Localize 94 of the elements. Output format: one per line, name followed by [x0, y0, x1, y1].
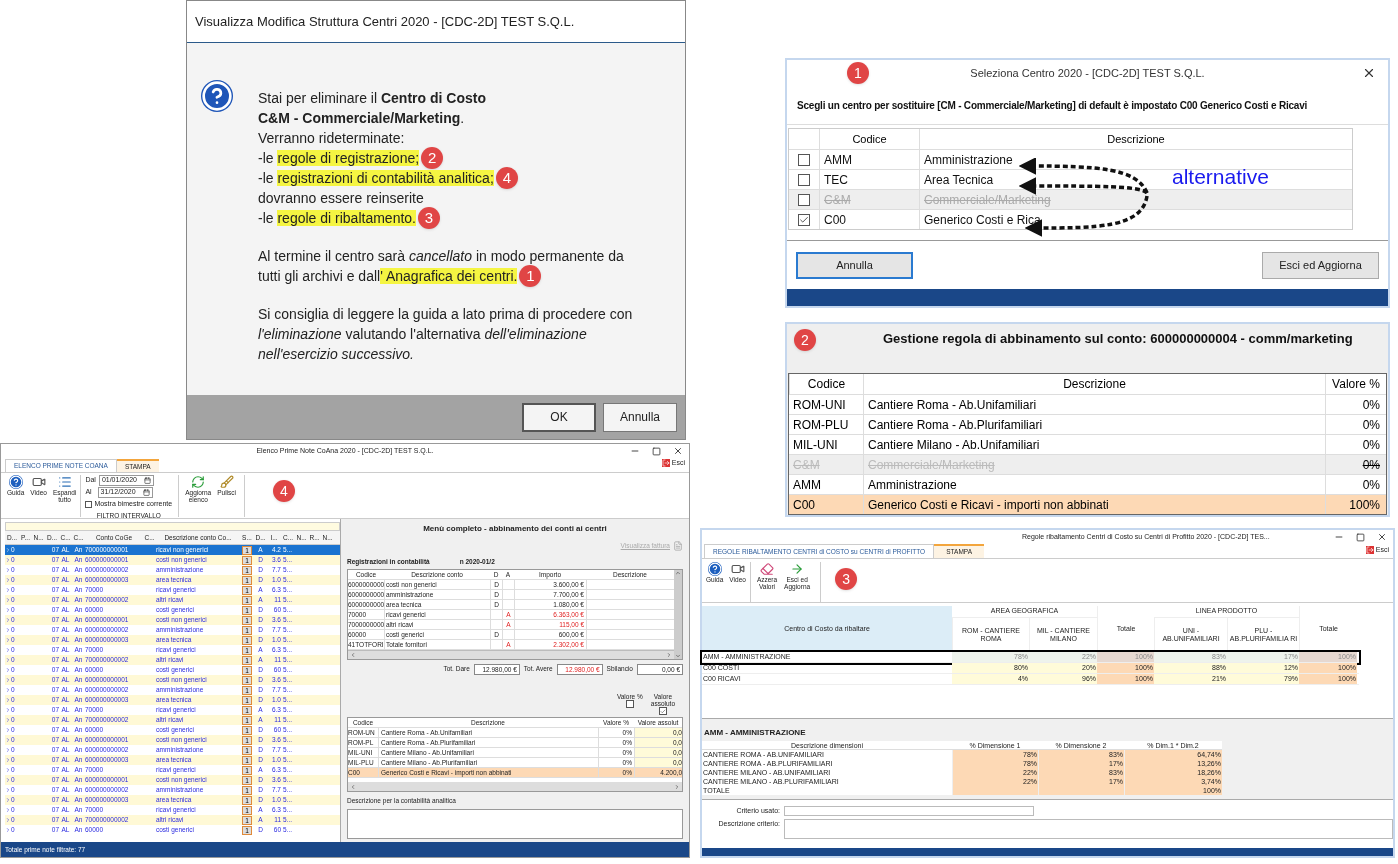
- maximize-icon[interactable]: [1356, 532, 1365, 542]
- scroll-right-icon[interactable]: [674, 783, 680, 790]
- calendar-icon[interactable]: [143, 477, 151, 484]
- help-icon: [707, 562, 722, 576]
- table-cell: [490, 609, 502, 620]
- scroll-up-icon[interactable]: [675, 569, 681, 576]
- table-cell: ROM-UNI: [789, 394, 863, 414]
- table-cell: Cantiere Roma - Ab.Unifamiliari: [863, 394, 1325, 414]
- column-header: Valore %: [1325, 374, 1386, 394]
- scroll-down-icon[interactable]: [675, 652, 681, 659]
- video-camera-icon: [31, 475, 46, 489]
- table-cell: [490, 619, 502, 630]
- checkbox[interactable]: [625, 699, 634, 708]
- window-title: Gestione regola di abbinamento sul conto: 600000000004 - comm/marketing: [883, 330, 1353, 348]
- message-line: tutti gli archivi e dall' Anagrafica dei centri.: [258, 267, 518, 286]
- scroll-right-icon[interactable]: [666, 651, 672, 658]
- table-cell: 0%: [1325, 414, 1386, 434]
- step-badge: 4: [495, 167, 518, 189]
- help-icon: [8, 475, 23, 489]
- close-icon[interactable]: [1362, 66, 1376, 80]
- message-line: dovranno essere reinserite: [258, 189, 424, 208]
- question-icon: [201, 80, 233, 112]
- table-cell: [502, 599, 514, 610]
- step-badge: 3: [835, 568, 858, 590]
- message-line: -le regole di registrazione;: [258, 149, 420, 168]
- step-badge: 4: [273, 480, 295, 502]
- list-icon: [57, 475, 72, 489]
- exit-icon: [661, 459, 670, 468]
- table-cell: [502, 589, 514, 600]
- arrow-right-icon: [790, 562, 805, 576]
- criteria-description-field[interactable]: [784, 818, 1393, 839]
- table-cell: AMM: [819, 149, 919, 169]
- checkbox[interactable]: [658, 707, 667, 716]
- criteria-field[interactable]: [784, 806, 1034, 817]
- table-cell: [490, 639, 502, 650]
- section-title: AMM - AMMINISTRAZIONE: [703, 727, 807, 739]
- table-cell: [502, 629, 514, 640]
- horizontal-scrollbar[interactable]: [348, 649, 674, 659]
- dialog-button[interactable]: Annulla: [603, 402, 677, 432]
- calendar-icon[interactable]: [142, 489, 150, 496]
- advice-text: Si consiglia di leggere la guida a lato prima di procedere con l'eliminazione valutando l'alternativa dell'eliminazione nell'esercizio successivo.: [258, 305, 633, 364]
- checkbox[interactable]: [798, 213, 810, 226]
- video-camera-icon: [730, 562, 745, 576]
- window-title: Visualizza Modifica Struttura Centri 2020 - [CDC-2D] TEST S.Q.L.: [195, 12, 575, 31]
- table-cell: 100%: [1325, 494, 1386, 514]
- notes-field[interactable]: [347, 808, 683, 839]
- step-badge: 2: [421, 147, 444, 169]
- column-header: Codice: [789, 374, 863, 394]
- table-cell: C00: [789, 494, 863, 514]
- checkbox[interactable]: [798, 153, 810, 166]
- table-cell: [502, 579, 514, 590]
- column-header: Descrizione: [919, 129, 1352, 149]
- step-badge: 1: [519, 265, 542, 287]
- maximize-icon[interactable]: [652, 446, 661, 456]
- horizontal-scrollbar[interactable]: [348, 782, 682, 792]
- table-cell: Generico Costi e Ricavi - importi non abbinati: [863, 494, 1325, 514]
- dialog-button[interactable]: OK: [522, 402, 596, 432]
- table-cell: Cantiere Roma - Ab.Plurifamiliari: [863, 414, 1325, 434]
- table-cell: Amministrazione: [919, 149, 1352, 169]
- table-cell: C00: [819, 209, 919, 229]
- dialog-button[interactable]: Annulla: [796, 251, 913, 279]
- filter-row[interactable]: [5, 522, 340, 531]
- dialog-button[interactable]: Esci ed Aggiorna: [1262, 251, 1379, 279]
- table-cell: Commerciale/Marketing: [919, 189, 1352, 209]
- vertical-scrollbar[interactable]: [674, 569, 682, 659]
- panel-title: Menù completo - abbinamento dei conti ai centri: [422, 523, 608, 535]
- close-icon[interactable]: [1377, 532, 1387, 542]
- close-icon[interactable]: [673, 446, 683, 456]
- eraser-icon: [760, 562, 774, 576]
- message-line: -le regole di ribaltamento.: [258, 209, 416, 228]
- exit-icon: [1365, 546, 1374, 555]
- message-line: Verranno rideterminate:: [258, 129, 405, 148]
- window-title: Seleziona Centro 2020 - [CDC-2D] TEST S.Q.L.: [970, 66, 1205, 82]
- step-badge: 1: [847, 62, 869, 84]
- instruction-text: Scegli un centro per sostituire [CM - Commerciale/Marketing] di default è impostato C00 Generico Costi e Ricavi: [797, 100, 1308, 111]
- checkbox[interactable]: [798, 173, 810, 186]
- message-line: Al termine il centro sarà cancellato in modo permanente da: [258, 247, 624, 266]
- refresh-icon: [191, 475, 206, 489]
- step-badge: 2: [794, 329, 816, 351]
- scroll-left-icon[interactable]: [350, 783, 356, 790]
- message-line: Stai per eliminare il Centro di Costo: [258, 89, 486, 108]
- table-cell: 0%: [1325, 454, 1386, 474]
- step-badge: 3: [418, 207, 440, 229]
- document-icon: [673, 541, 683, 551]
- scroll-left-icon[interactable]: [350, 651, 356, 658]
- message-line: C&M - Commerciale/Marketing.: [258, 109, 465, 128]
- table-cell: ROM-PLU: [789, 414, 863, 434]
- table-cell: C&M: [819, 189, 919, 209]
- checkbox[interactable]: [85, 500, 93, 508]
- column-header: Codice: [819, 129, 919, 149]
- message-line: -le registrazioni di contabilità analitica;: [258, 169, 494, 188]
- column-header: Descrizione: [863, 374, 1325, 394]
- table-cell: 0%: [1325, 394, 1386, 414]
- broom-icon: [219, 475, 234, 489]
